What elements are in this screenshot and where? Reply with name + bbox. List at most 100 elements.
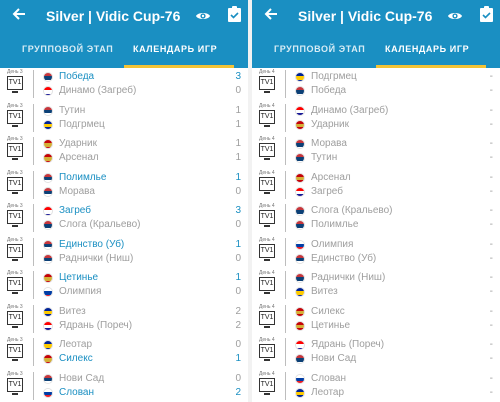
- eye-icon[interactable]: [447, 9, 463, 21]
- row-divider: [285, 70, 286, 98]
- team-score: -: [489, 85, 493, 96]
- flag-icon: [295, 105, 305, 116]
- team-away: Раднички (Ниш) 0: [43, 252, 243, 266]
- tab-calendar[interactable]: КАЛЕНДАРЬ ИГР: [133, 44, 217, 54]
- match-row[interactable]: День 4 TV1 Олимпия - Единство (Уб) -: [252, 235, 500, 269]
- match-list[interactable]: День 3 TV1 Победа 3 Динамо (Загреб) 0 День 3 TV…: [0, 68, 248, 402]
- match-row[interactable]: День 3 TV1 Леотар 0 Силекс 1: [0, 336, 248, 370]
- flag-icon: [43, 340, 53, 350]
- tv-icon: TV1: [259, 377, 275, 395]
- flag-icon: [295, 186, 305, 197]
- row-divider: [33, 371, 34, 400]
- team-name: Цетинье: [311, 319, 351, 331]
- team-score: -: [489, 252, 493, 264]
- match-day-label: День 4: [259, 203, 275, 209]
- team-name: Силекс: [311, 305, 345, 317]
- team-score: 1: [235, 353, 241, 364]
- team-name: Раднички (Ниш): [59, 252, 134, 264]
- tv-icon: TV1: [7, 377, 23, 395]
- team-score: -: [489, 118, 493, 130]
- match-day-label: День 4: [259, 303, 275, 310]
- row-divider: [285, 371, 286, 400]
- match-row[interactable]: День 4 TV1 Раднички (Ниш) - Витез -: [252, 269, 500, 303]
- toolbar: Silver | Vidic Cup-76: [252, 0, 500, 34]
- team-name: Ядрань (Пореч): [311, 339, 385, 350]
- match-row[interactable]: День 3 TV1 Загреб 3 Слога (Кральево) 0: [0, 202, 248, 236]
- flag-icon: [43, 186, 53, 197]
- flag-icon: [43, 139, 53, 149]
- flag-icon: [43, 273, 53, 283]
- match-row[interactable]: День 3 TV1 Витез 2 Ядрань (Пореч) 2: [0, 302, 248, 336]
- row-divider: [33, 271, 34, 299]
- team-score: -: [489, 238, 493, 250]
- team-name: Победа: [311, 85, 347, 96]
- team-away: Силекс 1: [43, 353, 243, 366]
- team-score: 1: [235, 272, 241, 283]
- team-score: 3: [235, 71, 241, 82]
- match-row[interactable]: День 3 TV1 Нови Сад 0 Слован 2: [0, 369, 248, 402]
- tab-group-stage[interactable]: ГРУППОВОЙ ЭТАП: [22, 44, 113, 54]
- back-arrow-icon[interactable]: [264, 7, 278, 21]
- row-divider: [33, 237, 34, 266]
- match-row[interactable]: День 3 TV1 Победа 3 Динамо (Загреб) 0: [0, 68, 248, 102]
- team-away: Победа -: [295, 85, 495, 98]
- flag-icon: [43, 287, 53, 297]
- team-name: Загреб: [59, 205, 91, 216]
- match-day-label: День 3: [7, 337, 23, 343]
- team-score: 1: [235, 238, 241, 250]
- match-row[interactable]: День 4 TV1 Морава - Тутин -: [252, 135, 500, 169]
- team-name: Ядрань (Пореч): [59, 319, 133, 331]
- back-arrow-icon[interactable]: [12, 7, 26, 21]
- team-name: Тутин: [59, 104, 86, 116]
- flag-icon: [295, 373, 305, 384]
- match-row[interactable]: День 3 TV1 Единство (Уб) 1 Раднички (Ниш) 0: [0, 235, 248, 269]
- match-row[interactable]: День 3 TV1 Тутин 1 Подгрмец 1: [0, 101, 248, 135]
- tv-icon: TV1: [7, 143, 23, 160]
- row-divider: [285, 103, 286, 132]
- match-row[interactable]: День 4 TV1 Слован - Леотар -: [252, 369, 500, 402]
- match-row[interactable]: День 4 TV1 Подгрмец - Победа -: [252, 68, 500, 102]
- team-name: Единство (Уб): [311, 252, 377, 264]
- clipboard-check-icon[interactable]: [480, 6, 493, 22]
- page-title: Silver | Vidic Cup-76: [46, 8, 181, 24]
- team-score: 0: [235, 372, 241, 384]
- team-name: Арсенал: [311, 171, 351, 183]
- tv-icon: TV1: [259, 277, 275, 294]
- flag-icon: [295, 273, 305, 283]
- team-name: Слован: [311, 372, 347, 384]
- team-score: -: [489, 305, 493, 317]
- match-row[interactable]: День 3 TV1 Ударник 1 Арсенал 1: [0, 135, 248, 169]
- team-score: -: [489, 386, 493, 398]
- team-score: -: [489, 339, 493, 350]
- team-away: Подгрмец 1: [43, 119, 243, 132]
- clipboard-check-icon[interactable]: [228, 6, 241, 22]
- match-row[interactable]: День 4 TV1 Слога (Кральево) - Полимлье -: [252, 202, 500, 236]
- match-day-label: День 3: [7, 169, 23, 176]
- team-name: Полимлье: [59, 171, 107, 183]
- tv-icon: TV1: [259, 243, 275, 261]
- flag-icon: [295, 206, 305, 216]
- match-row[interactable]: День 3 TV1 Цетинье 1 Олимпия 0: [0, 269, 248, 303]
- team-away: Слован 2: [43, 387, 243, 400]
- team-home: Слован -: [295, 372, 495, 386]
- team-name: Олимпия: [59, 286, 102, 297]
- match-row[interactable]: День 3 TV1 Полимлье 1 Морава 0: [0, 168, 248, 202]
- tab-calendar[interactable]: КАЛЕНДАРЬ ИГР: [385, 44, 469, 54]
- match-row[interactable]: День 4 TV1 Силекс - Цетинье -: [252, 302, 500, 336]
- row-divider: [33, 204, 34, 232]
- left-panel: Silver | Vidic Cup-76 ГРУППОВОЙ ЭТАП КАЛЕН…: [0, 0, 248, 402]
- row-divider: [285, 237, 286, 266]
- match-row[interactable]: День 4 TV1 Динамо (Загреб) - Ударник -: [252, 101, 500, 135]
- match-row[interactable]: День 4 TV1 Арсенал - Загреб -: [252, 168, 500, 202]
- eye-icon[interactable]: [195, 9, 211, 21]
- match-day-label: День 4: [259, 136, 275, 142]
- row-divider: [285, 304, 286, 333]
- team-name: Слога (Кральево): [311, 205, 393, 216]
- tab-group-stage[interactable]: ГРУППОВОЙ ЭТАП: [274, 44, 365, 54]
- tab-bar: ГРУППОВОЙ ЭТАП КАЛЕНДАРЬ ИГР: [0, 38, 248, 68]
- match-row[interactable]: День 4 TV1 Ядрань (Пореч) - Нови Сад -: [252, 336, 500, 370]
- team-home: Морава -: [295, 138, 495, 151]
- team-away: Витез -: [295, 286, 495, 299]
- flag-icon: [295, 119, 305, 130]
- match-list[interactable]: День 4 TV1 Подгрмец - Победа - День 4 TV1 Динамо…: [252, 68, 500, 402]
